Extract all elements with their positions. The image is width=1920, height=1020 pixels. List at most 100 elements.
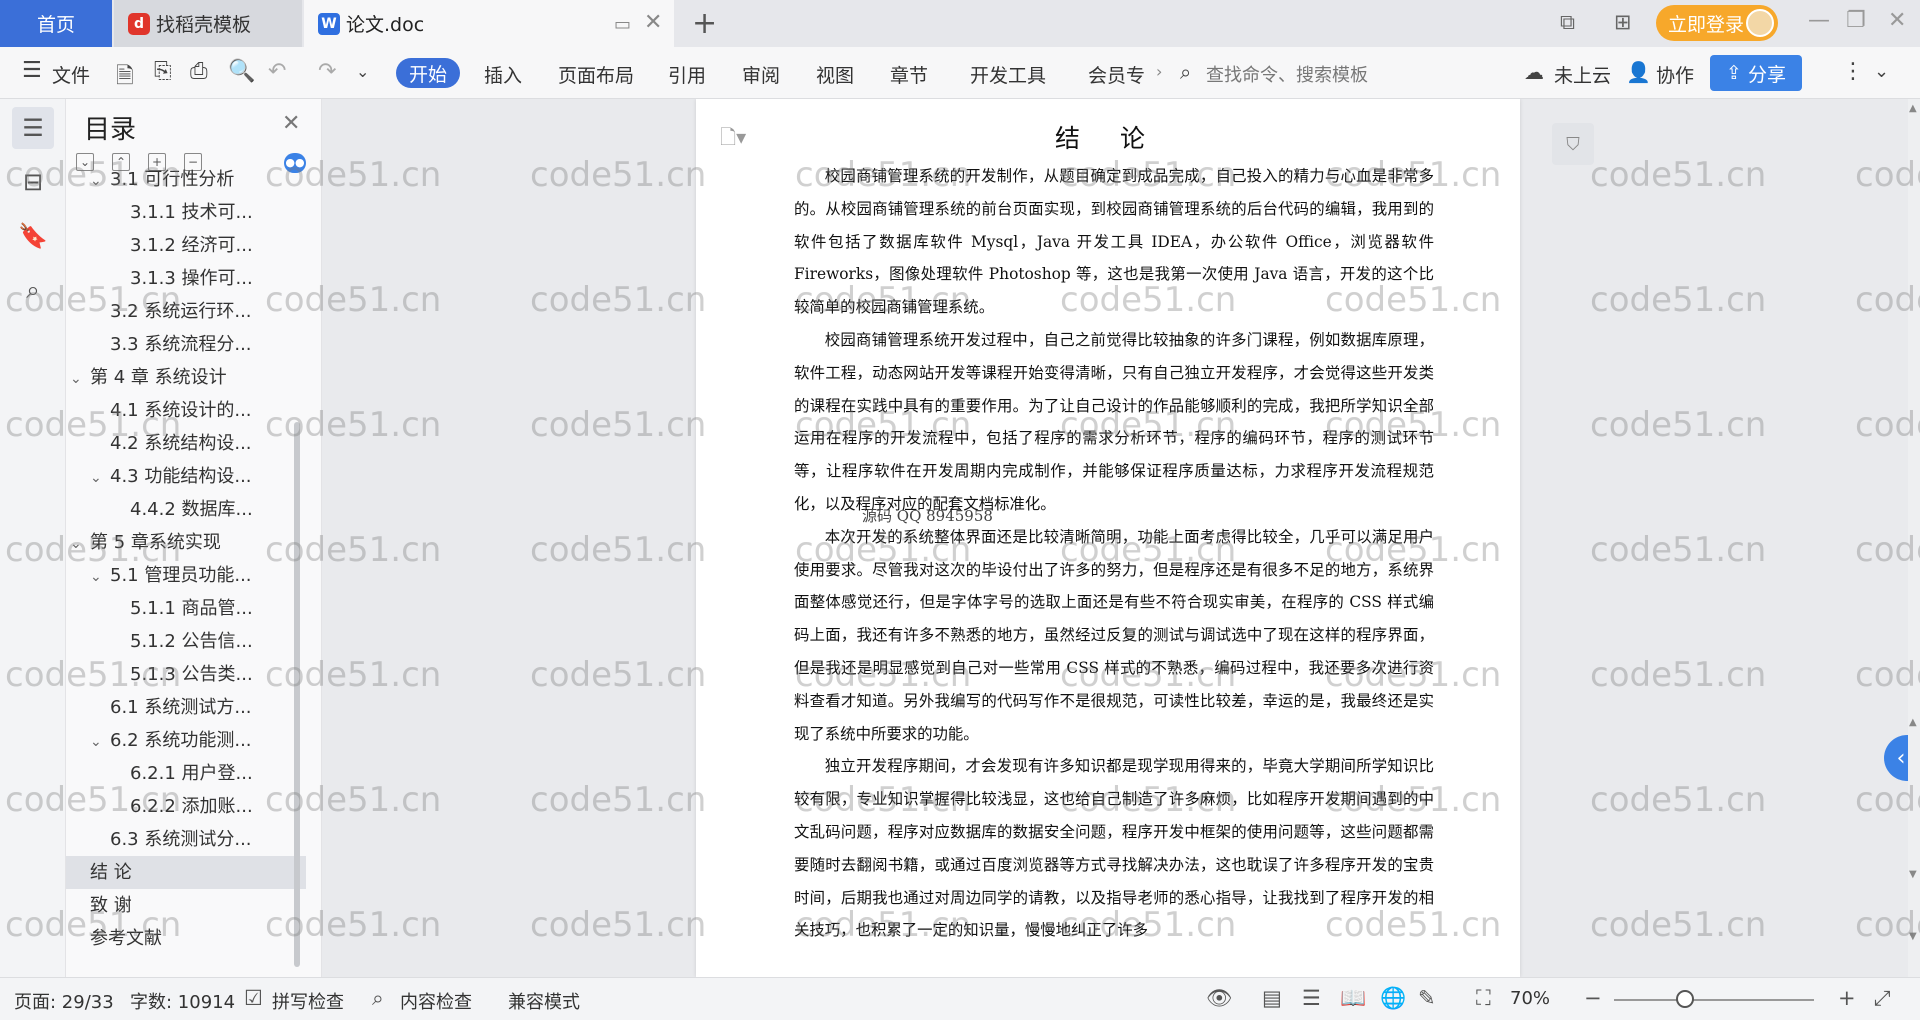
chevron-down-icon[interactable]: ⌄	[90, 726, 110, 757]
login-button[interactable]: 立即登录	[1656, 5, 1778, 41]
toc-scrollbar[interactable]	[294, 422, 300, 967]
chevron-down-icon[interactable]: ⌄	[70, 363, 90, 394]
tab-review[interactable]: 审阅	[742, 61, 780, 88]
tab-home[interactable]: 首页	[0, 0, 112, 47]
collapse-ribbon-icon[interactable]: ⌄	[1874, 61, 1889, 82]
toc-item[interactable]: 参考文献	[66, 922, 306, 955]
save-icon[interactable]: 🗎	[116, 59, 134, 97]
tab-member[interactable]: 会员专	[1088, 61, 1145, 88]
restore-icon[interactable]: ❐	[1846, 8, 1866, 33]
outline-view-icon[interactable]: ☰	[1302, 986, 1321, 1010]
toc-item[interactable]: 3.2 系统运行环...	[66, 295, 306, 328]
toc-item[interactable]: 5.1.1 商品管...	[66, 592, 306, 625]
toc-item[interactable]: 4.2 系统结构设...	[66, 427, 306, 460]
side-panel-toggle-icon[interactable]: ‹	[1884, 735, 1908, 781]
tab-chapter[interactable]: 章节	[890, 61, 928, 88]
toc-item[interactable]: 4.4.2 数据库...	[66, 493, 306, 526]
apps-grid-icon[interactable]: ⊞	[1614, 10, 1632, 34]
monitor-icon[interactable]: ▭	[614, 14, 631, 35]
zoom-in-icon[interactable]: +	[1838, 986, 1856, 1010]
menu-icon[interactable]: ☰	[22, 58, 42, 83]
close-window-icon[interactable]: ✕	[1888, 8, 1906, 33]
page-indicator[interactable]: 页面: 29/33	[14, 988, 114, 1014]
tab-layout[interactable]: 页面布局	[558, 61, 634, 88]
toc-item[interactable]: 6.2.2 添加账...	[66, 790, 306, 823]
read-mode-icon[interactable]: 📖	[1340, 986, 1366, 1011]
collab-button[interactable]: 协作	[1656, 61, 1694, 88]
toc-item[interactable]: 3.1.2 经济可...	[66, 229, 306, 262]
more-tabs-icon[interactable]: ›	[1156, 62, 1162, 81]
toc-item[interactable]: 6.3 系统测试分...	[66, 823, 306, 856]
outline-icon[interactable]: ⊟	[12, 161, 54, 203]
chevron-down-icon[interactable]: ⌄	[356, 62, 369, 81]
tab-view[interactable]: 视图	[816, 61, 854, 88]
eye-icon[interactable]: 👁	[1206, 986, 1233, 1011]
toc-item[interactable]: 6.1 系统测试方...	[66, 691, 306, 724]
scroll-up-icon[interactable]: ▲	[1909, 103, 1917, 114]
toc-item[interactable]: ⌄ 第 4 章 系统设计	[66, 361, 306, 394]
search-doc-icon[interactable]: ⌕	[12, 269, 54, 311]
more-options-icon[interactable]: ⋮	[1842, 59, 1864, 84]
share-button[interactable]: ⇪ 分享	[1710, 55, 1802, 91]
chevron-down-icon[interactable]: ⌄	[90, 165, 110, 196]
scroll-down-icon[interactable]: ▼	[1909, 869, 1917, 880]
file-menu[interactable]: 文件	[52, 61, 90, 88]
filter-icon[interactable]: ⛉	[1552, 123, 1594, 165]
tab-reference[interactable]: 引用	[668, 61, 706, 88]
toc-item[interactable]: 3.1.3 操作可...	[66, 262, 306, 295]
spell-check-button[interactable]: 拼写检查	[272, 988, 344, 1014]
document-page[interactable]: 🗋▾ 结 论 校园商铺管理系统的开发制作，从题目确定到成品完成，自己投入的精力与…	[696, 99, 1520, 977]
toc-item[interactable]: ⌄ 5.1 管理员功能...	[66, 559, 306, 592]
chevron-down-icon[interactable]: ⌄	[90, 561, 110, 592]
minimize-icon[interactable]: —	[1808, 8, 1830, 33]
tab-insert[interactable]: 插入	[484, 61, 522, 88]
scroll-down-icon[interactable]: ▼	[1909, 931, 1917, 942]
print-icon[interactable]: ⎙	[190, 59, 208, 84]
toc-item[interactable]: 6.2.1 用户登...	[66, 757, 306, 790]
document-body[interactable]: 校园商铺管理系统的开发制作，从题目确定到成品完成，自己投入的精力与心血是非常多的…	[794, 160, 1434, 947]
toc-item[interactable]: 结 论	[66, 856, 306, 889]
vertical-scrollbar[interactable]: ▲ ▲ ▼ ▼	[1908, 99, 1920, 977]
toc-item[interactable]: 5.1.2 公告信...	[66, 625, 306, 658]
word-count[interactable]: 字数: 10914	[130, 988, 235, 1014]
command-search[interactable]: 查找命令、搜索模板	[1206, 61, 1368, 87]
close-tab-icon[interactable]: ✕	[644, 10, 662, 35]
chevron-down-icon[interactable]: ⌄	[90, 462, 110, 493]
layout-icon[interactable]: ⧉	[1560, 10, 1575, 35]
toc-item[interactable]: ⌄ 第 5 章系统实现	[66, 526, 306, 559]
zoom-out-icon[interactable]: −	[1584, 986, 1602, 1010]
toc-item[interactable]: 4.1 系统设计的...	[66, 394, 306, 427]
web-view-icon[interactable]: 🌐	[1380, 986, 1406, 1011]
toc-item[interactable]: ⌄ 4.3 功能结构设...	[66, 460, 306, 493]
close-icon[interactable]: ✕	[282, 111, 300, 136]
tab-template[interactable]: d 找稻壳模板	[114, 0, 302, 47]
bookmark-icon[interactable]: 🔖	[12, 215, 54, 257]
toc-item[interactable]: ⌄ 3.1 可行性分析	[66, 163, 306, 196]
toc-item[interactable]: ⌄ 6.2 系统功能测...	[66, 724, 306, 757]
search-icon[interactable]: ⌕	[1180, 60, 1191, 84]
tab-document[interactable]: W 论文.doc ▭ ✕	[304, 0, 674, 47]
fullscreen-icon[interactable]: ⤢	[1874, 986, 1891, 1011]
zoom-slider-handle[interactable]	[1676, 990, 1694, 1008]
undo-icon[interactable]: ↶	[268, 59, 286, 84]
cloud-status[interactable]: 未上云	[1554, 61, 1611, 88]
toc-item[interactable]: 5.1.3 公告类...	[66, 658, 306, 691]
toc-item[interactable]: 3.1.1 技术可...	[66, 196, 306, 229]
new-tab-icon[interactable]: +	[692, 6, 717, 41]
redo-icon[interactable]: ↷	[318, 59, 336, 84]
tab-dev-tools[interactable]: 开发工具	[970, 61, 1046, 88]
tab-start[interactable]: 开始	[396, 58, 460, 88]
content-check-button[interactable]: 内容检查	[400, 988, 472, 1014]
chevron-down-icon[interactable]: ⌄	[70, 528, 90, 559]
zoom-level[interactable]: 70%	[1510, 988, 1550, 1009]
export-icon[interactable]: ⎘	[154, 59, 172, 84]
scroll-up-icon[interactable]: ▲	[1909, 717, 1917, 728]
toc-item[interactable]: 致 谢	[66, 889, 306, 922]
fit-page-icon[interactable]: ⛶	[1476, 986, 1491, 1011]
toc-panel-icon[interactable]: ☰	[12, 107, 54, 149]
zoom-slider-track[interactable]	[1614, 999, 1814, 1001]
toc-item[interactable]: 3.3 系统流程分...	[66, 328, 306, 361]
pen-icon[interactable]: ✎	[1418, 986, 1436, 1010]
page-view-icon[interactable]: ▤	[1262, 986, 1282, 1010]
preview-icon[interactable]: 🔍	[228, 59, 255, 84]
